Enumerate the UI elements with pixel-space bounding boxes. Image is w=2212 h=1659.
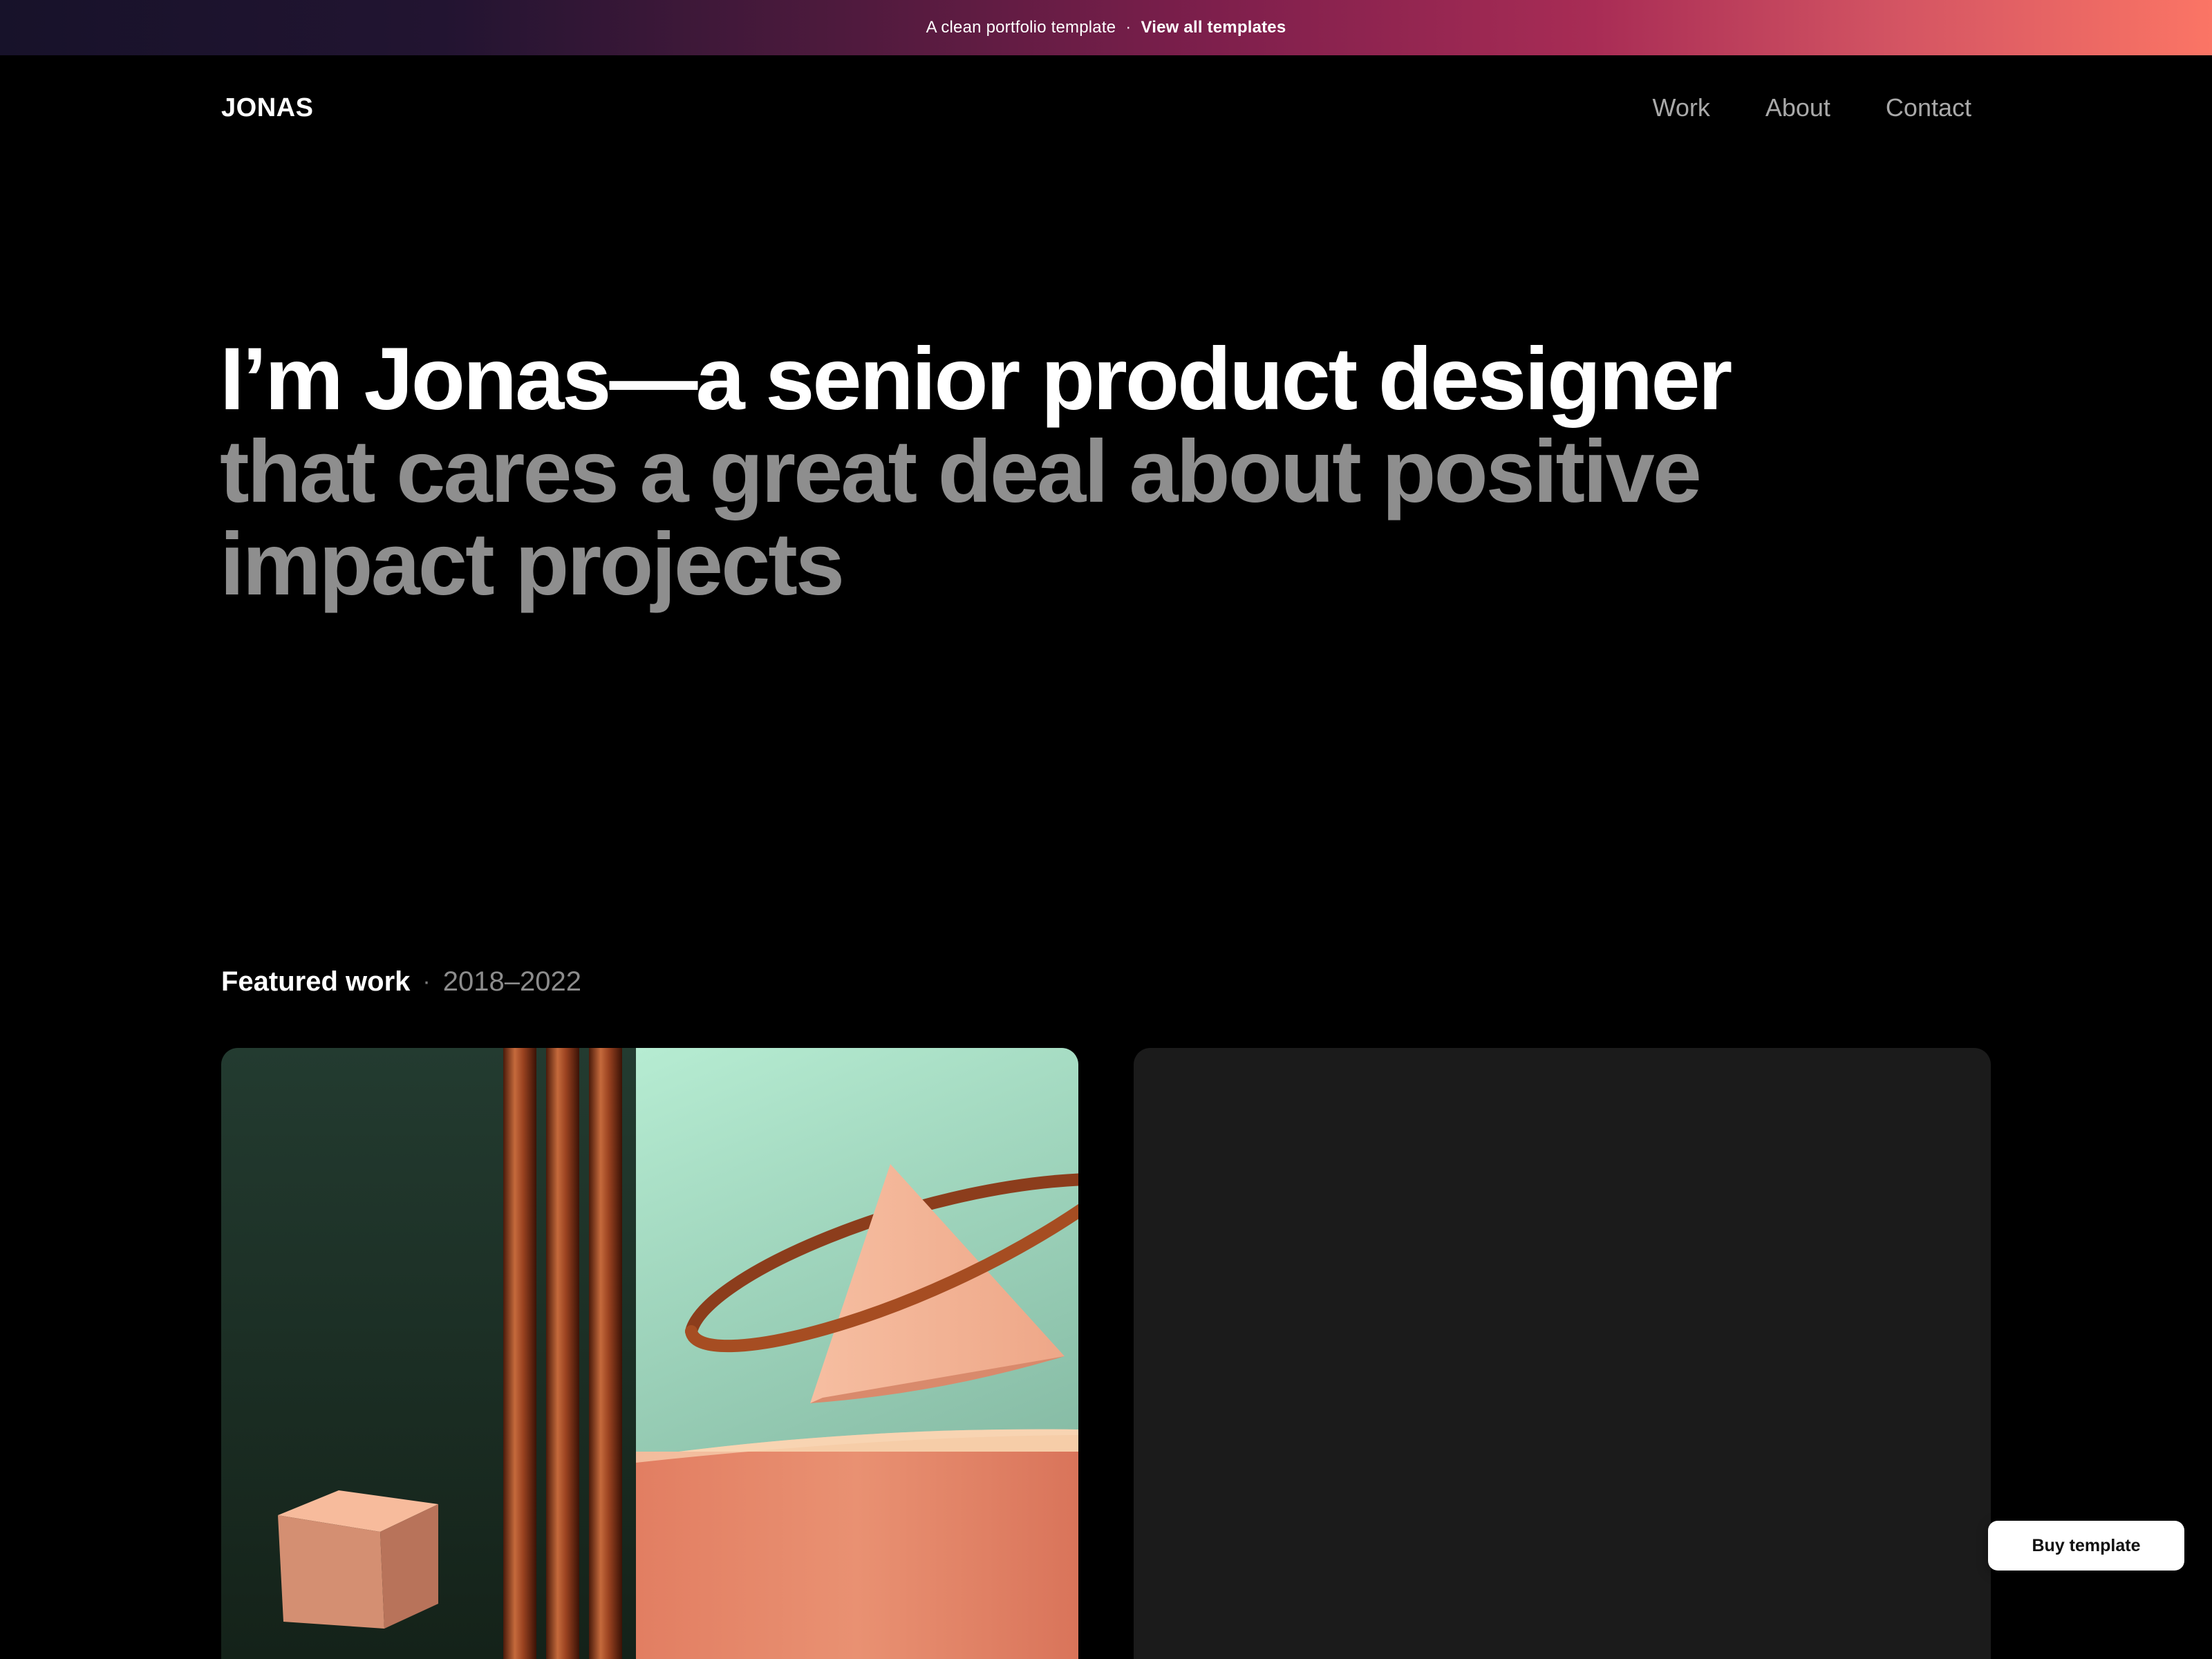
hero-headline-secondary: that cares a great deal about positive i… [220,422,1702,614]
hero-headline-primary: I’m Jonas—a senior product designer [220,330,1732,429]
nav-link-contact[interactable]: Contact [1886,93,1971,122]
view-all-templates-link[interactable]: View all templates [1141,18,1286,37]
buy-template-button[interactable]: Buy template [1988,1521,2184,1571]
peach-cube [278,1490,438,1629]
nav-links: Work About Contact [1653,93,1972,122]
featured-work-label: Featured work [221,966,411,997]
promo-banner: A clean portfolio template · View all te… [0,0,2212,55]
top-nav: JONAS Work About Contact [221,87,1971,129]
hero-headline: I’m Jonas—a senior product designer that… [220,333,1741,611]
project-thumbnail-3d-shapes [221,1048,1078,1659]
featured-work-years: 2018–2022 [442,966,581,997]
featured-work-separator: · [422,968,431,995]
featured-work-heading: Featured work · 2018–2022 [221,966,581,997]
nav-link-about[interactable]: About [1765,93,1830,122]
project-card-1[interactable] [221,1048,1078,1659]
banner-text: A clean portfolio template [926,18,1116,37]
site-logo[interactable]: JONAS [221,93,313,123]
nav-link-work[interactable]: Work [1653,93,1710,122]
copper-pipes [503,1048,622,1659]
peach-cylinder [636,1429,1078,1659]
banner-separator: · [1125,18,1132,37]
project-card-2[interactable] [1134,1048,1991,1659]
